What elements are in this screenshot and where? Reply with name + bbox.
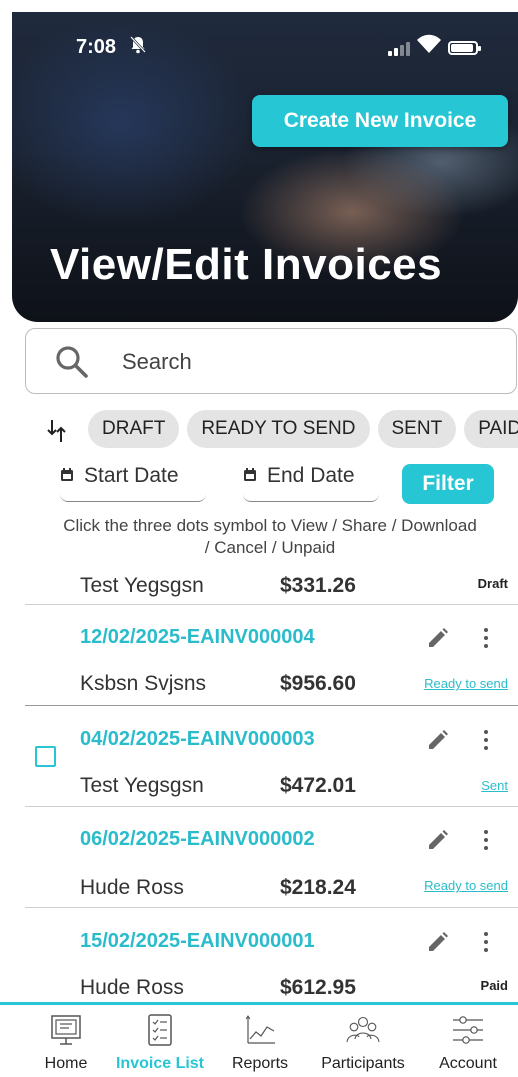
nav-reports[interactable]: Reports <box>210 1013 310 1073</box>
nav-label: Home <box>44 1055 88 1072</box>
chip-ready-to-send[interactable]: READY TO SEND <box>187 410 370 448</box>
nav-home[interactable]: Home <box>16 1013 116 1073</box>
search-input[interactable] <box>122 345 482 379</box>
bell-off-icon <box>130 36 146 59</box>
cell-signal-icon <box>382 42 412 56</box>
row-divider <box>25 705 518 706</box>
sliders-icon <box>451 1013 485 1047</box>
chip-sent[interactable]: SENT <box>377 410 457 448</box>
invoice-status: Paid <box>480 978 508 993</box>
edit-pencil-icon[interactable] <box>426 626 450 650</box>
invoice-number[interactable]: 12/02/2025-EAINV000004 <box>80 626 315 649</box>
end-date-field[interactable]: End Date <box>243 464 379 502</box>
invoice-amount: $472.01 <box>280 774 356 797</box>
invoice-status[interactable]: Sent <box>481 778 508 793</box>
customer-name: Test Yegsgsn <box>80 574 204 597</box>
chip-draft[interactable]: DRAFT <box>88 410 180 448</box>
customer-name: Hude Ross <box>80 976 184 999</box>
nav-invoice-list[interactable]: Invoice List <box>110 1013 210 1073</box>
row-divider <box>25 604 518 605</box>
sort-icon[interactable] <box>46 418 68 449</box>
invoice-number[interactable]: 06/02/2025-EAINV000002 <box>80 828 315 851</box>
more-options-icon[interactable] <box>478 728 494 752</box>
chip-paid[interactable]: PAID <box>464 410 518 448</box>
bottom-navigation: Home Invoice List Reports Participants A… <box>0 1002 518 1077</box>
invoice-status: Draft <box>477 576 508 591</box>
nav-label: Account <box>439 1055 497 1072</box>
battery-icon <box>448 41 481 55</box>
start-date-field[interactable]: Start Date <box>60 464 206 502</box>
actions-hint: Click the three dots symbol to View / Sh… <box>63 516 477 557</box>
row-checkbox[interactable] <box>35 746 56 767</box>
edit-pencil-icon[interactable] <box>426 930 450 954</box>
nav-label: Participants <box>321 1055 405 1072</box>
customer-name: Hude Ross <box>80 876 184 899</box>
nav-account[interactable]: Account <box>418 1013 518 1073</box>
more-options-icon[interactable] <box>478 626 494 650</box>
calendar-icon <box>60 467 74 485</box>
edit-pencil-icon[interactable] <box>426 828 450 852</box>
customer-name: Ksbsn Svjsns <box>80 672 207 695</box>
checklist-icon <box>143 1013 177 1047</box>
search-bar[interactable] <box>25 328 517 394</box>
row-divider <box>25 806 518 807</box>
calendar-icon <box>243 467 257 485</box>
wifi-icon <box>416 34 442 54</box>
status-bar: 7:08 <box>12 12 518 82</box>
invoice-amount: $956.60 <box>280 672 356 695</box>
customer-name: Test Yegsgsn <box>80 774 204 797</box>
invoice-amount: $218.24 <box>280 876 356 899</box>
header-hero: 7:08 Create New Invoice View/Edit Invoic… <box>12 12 518 322</box>
end-date-label: End Date <box>267 464 355 487</box>
create-new-invoice-button[interactable]: Create New Invoice <box>252 95 508 147</box>
invoice-amount: $612.95 <box>280 976 356 999</box>
more-options-icon[interactable] <box>478 930 494 954</box>
status-time: 7:08 <box>76 36 117 58</box>
nav-label: Reports <box>231 1055 289 1072</box>
row-divider <box>25 907 518 908</box>
page-title: View/Edit Invoices <box>50 240 443 289</box>
line-chart-icon <box>243 1013 277 1047</box>
invoice-number[interactable]: 04/02/2025-EAINV000003 <box>80 728 315 751</box>
status-chip-group: DRAFT READY TO SEND SENT PAID <box>88 410 518 450</box>
invoice-status[interactable]: Ready to send <box>424 676 508 691</box>
more-options-icon[interactable] <box>478 828 494 852</box>
invoice-amount: $331.26 <box>280 574 356 597</box>
people-icon <box>346 1013 380 1047</box>
start-date-label: Start Date <box>84 464 179 487</box>
nav-label: Invoice List <box>115 1055 205 1072</box>
filter-button[interactable]: Filter <box>402 464 494 504</box>
home-monitor-icon <box>49 1013 83 1047</box>
invoice-status[interactable]: Ready to send <box>424 878 508 893</box>
nav-participants[interactable]: Participants <box>313 1013 413 1073</box>
edit-pencil-icon[interactable] <box>426 728 450 752</box>
invoice-number[interactable]: 15/02/2025-EAINV000001 <box>80 930 315 953</box>
search-icon <box>54 344 90 380</box>
